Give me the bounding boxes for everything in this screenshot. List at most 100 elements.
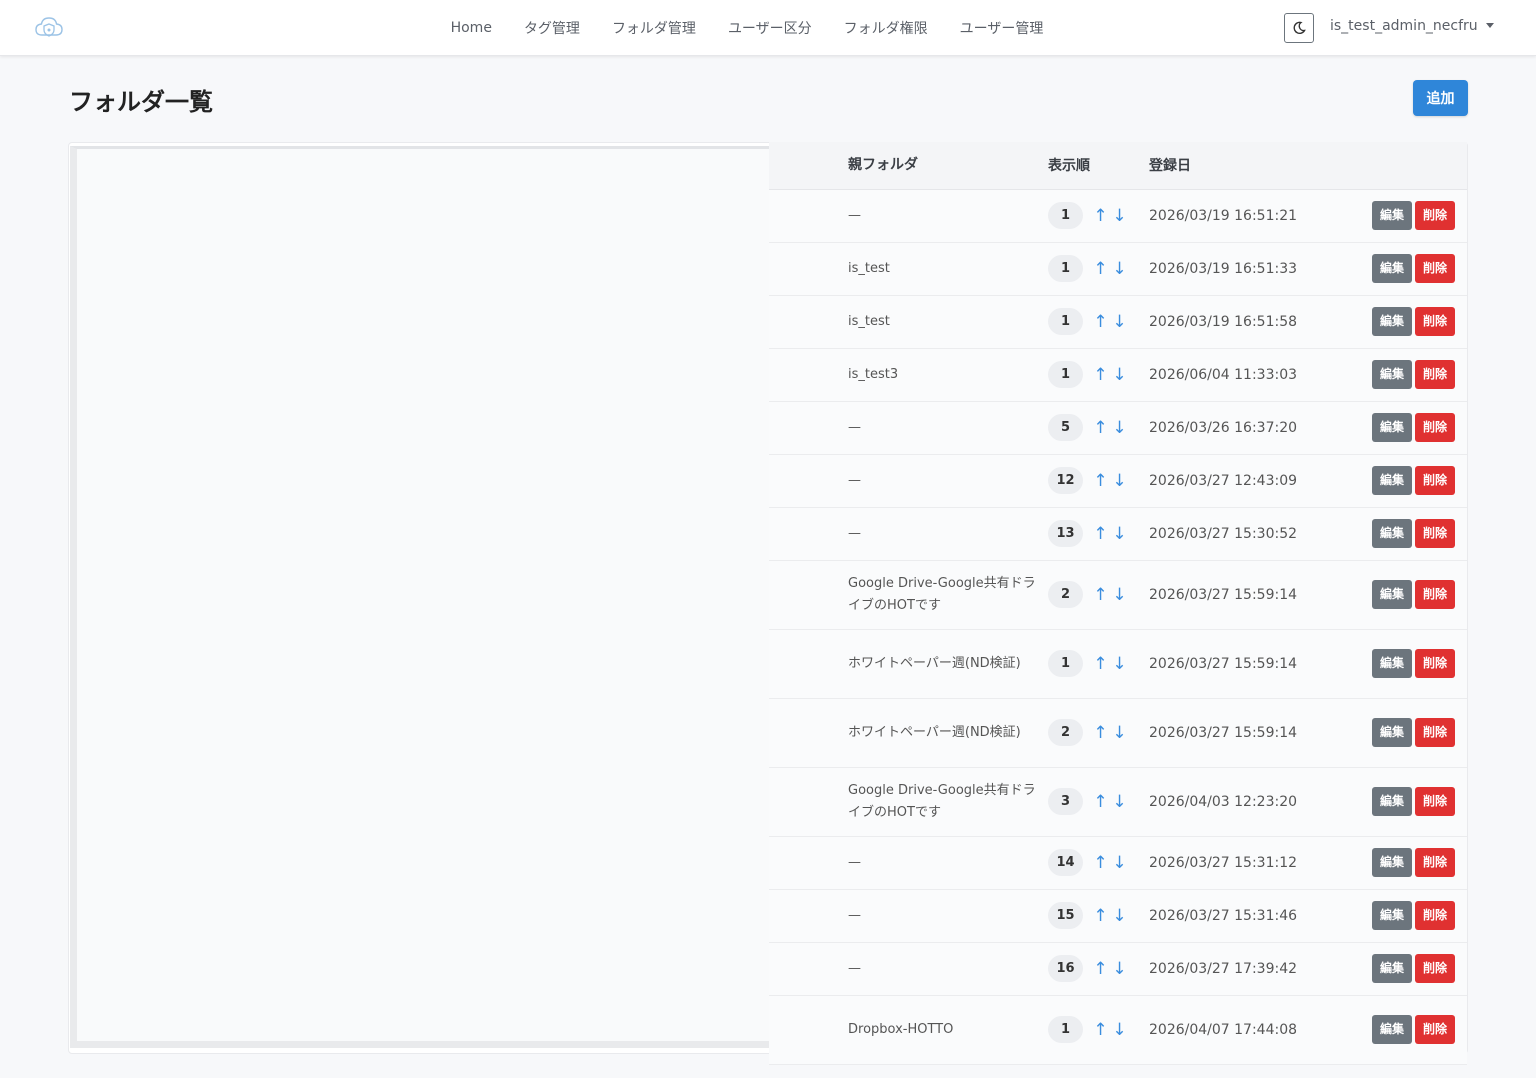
move-up-arrow-icon[interactable]: ↑ <box>1091 524 1110 544</box>
move-down-arrow-icon[interactable]: ↓ <box>1110 723 1129 743</box>
move-up-arrow-icon[interactable]: ↑ <box>1091 792 1110 812</box>
table-row: is_test3 1 ↑ ↓ 2026/06/04 11:33:03 編集 削除 <box>769 348 1467 402</box>
delete-button[interactable]: 削除 <box>1414 519 1455 548</box>
delete-button[interactable]: 削除 <box>1414 201 1455 230</box>
parent-folder-cell: is_test3 <box>848 348 1048 402</box>
move-up-arrow-icon[interactable]: ↑ <box>1091 853 1110 873</box>
delete-button[interactable]: 削除 <box>1414 307 1455 336</box>
edit-button[interactable]: 編集 <box>1371 466 1412 495</box>
move-down-arrow-icon[interactable]: ↓ <box>1110 959 1129 979</box>
move-up-arrow-icon[interactable]: ↑ <box>1091 959 1110 979</box>
edit-button[interactable]: 編集 <box>1371 901 1412 930</box>
delete-button[interactable]: 削除 <box>1414 254 1455 283</box>
move-down-arrow-icon[interactable]: ↓ <box>1110 418 1129 438</box>
table-row: — 15 ↑ ↓ 2026/03/27 15:31:46 編集 削除 <box>769 889 1467 943</box>
edit-button[interactable]: 編集 <box>1371 848 1412 877</box>
registered-date-cell: 2026/03/27 15:31:46 <box>1149 889 1309 943</box>
registered-date-cell: 2026/03/27 17:39:42 <box>1149 942 1309 996</box>
actions-cell: 編集 削除 <box>1309 995 1467 1065</box>
nav-home[interactable]: Home <box>451 20 492 36</box>
move-down-arrow-icon[interactable]: ↓ <box>1110 906 1129 926</box>
delete-button[interactable]: 削除 <box>1414 413 1455 442</box>
edit-button[interactable]: 編集 <box>1371 718 1412 747</box>
edit-button[interactable]: 編集 <box>1371 1015 1412 1044</box>
parent-folder-cell: is_test <box>848 295 1048 349</box>
display-order-cell: 15 ↑ ↓ <box>1048 889 1149 943</box>
move-down-arrow-icon[interactable]: ↓ <box>1110 365 1129 385</box>
edit-button[interactable]: 編集 <box>1371 360 1412 389</box>
edit-button[interactable]: 編集 <box>1371 201 1412 230</box>
move-up-arrow-icon[interactable]: ↑ <box>1091 585 1110 605</box>
move-down-arrow-icon[interactable]: ↓ <box>1110 259 1129 279</box>
display-order-cell: 1 ↑ ↓ <box>1048 295 1149 349</box>
row-spacer <box>769 295 848 349</box>
actions-cell: 編集 削除 <box>1309 836 1467 890</box>
actions-cell: 編集 削除 <box>1309 889 1467 943</box>
move-down-arrow-icon[interactable]: ↓ <box>1110 524 1129 544</box>
move-up-arrow-icon[interactable]: ↑ <box>1091 906 1110 926</box>
user-menu-dropdown[interactable]: is_test_admin_necfru <box>1330 18 1494 34</box>
delete-button[interactable]: 削除 <box>1414 718 1455 747</box>
edit-button[interactable]: 編集 <box>1371 254 1412 283</box>
move-down-arrow-icon[interactable]: ↓ <box>1110 206 1129 226</box>
delete-button[interactable]: 削除 <box>1414 580 1455 609</box>
table-row: is_test 1 ↑ ↓ 2026/03/19 16:51:58 編集 削除 <box>769 295 1467 349</box>
folder-tree-panel <box>70 146 770 1048</box>
edit-button[interactable]: 編集 <box>1371 649 1412 678</box>
move-down-arrow-icon[interactable]: ↓ <box>1110 312 1129 332</box>
move-down-arrow-icon[interactable]: ↓ <box>1110 471 1129 491</box>
move-up-arrow-icon[interactable]: ↑ <box>1091 471 1110 491</box>
move-down-arrow-icon[interactable]: ↓ <box>1110 853 1129 873</box>
edit-button[interactable]: 編集 <box>1371 519 1412 548</box>
display-order-cell: 13 ↑ ↓ <box>1048 507 1149 561</box>
table-header-row: 親フォルダ 表示順 登録日 <box>769 142 1467 190</box>
move-up-arrow-icon[interactable]: ↑ <box>1091 1020 1110 1040</box>
nav-user-category[interactable]: ユーザー区分 <box>728 18 812 38</box>
table-row: Google Drive-Google共有ドライブのHOTです 3 ↑ ↓ 20… <box>769 767 1467 837</box>
delete-button[interactable]: 削除 <box>1414 360 1455 389</box>
row-spacer <box>769 767 848 837</box>
delete-button[interactable]: 削除 <box>1414 954 1455 983</box>
move-down-arrow-icon[interactable]: ↓ <box>1110 792 1129 812</box>
move-down-arrow-icon[interactable]: ↓ <box>1110 1020 1129 1040</box>
move-down-arrow-icon[interactable]: ↓ <box>1110 654 1129 674</box>
move-up-arrow-icon[interactable]: ↑ <box>1091 312 1110 332</box>
display-order-cell: 2 ↑ ↓ <box>1048 560 1149 630</box>
delete-button[interactable]: 削除 <box>1414 1015 1455 1044</box>
display-order-cell: 12 ↑ ↓ <box>1048 454 1149 508</box>
row-spacer <box>769 560 848 630</box>
order-badge: 5 <box>1048 414 1083 441</box>
move-up-arrow-icon[interactable]: ↑ <box>1091 723 1110 743</box>
edit-button[interactable]: 編集 <box>1371 580 1412 609</box>
delete-button[interactable]: 削除 <box>1414 787 1455 816</box>
delete-button[interactable]: 削除 <box>1414 466 1455 495</box>
edit-button[interactable]: 編集 <box>1371 413 1412 442</box>
move-up-arrow-icon[interactable]: ↑ <box>1091 418 1110 438</box>
order-badge: 15 <box>1048 902 1083 929</box>
delete-button[interactable]: 削除 <box>1414 901 1455 930</box>
edit-button[interactable]: 編集 <box>1371 787 1412 816</box>
row-spacer <box>769 698 848 768</box>
move-up-arrow-icon[interactable]: ↑ <box>1091 259 1110 279</box>
nav-folder-permission[interactable]: フォルダ権限 <box>844 18 928 38</box>
edit-button[interactable]: 編集 <box>1371 954 1412 983</box>
order-controls: 15 ↑ ↓ <box>1048 902 1149 929</box>
order-badge: 1 <box>1048 650 1083 677</box>
delete-button[interactable]: 削除 <box>1414 649 1455 678</box>
nav-folder-management[interactable]: フォルダ管理 <box>612 18 696 38</box>
add-button[interactable]: 追加 <box>1413 80 1468 116</box>
caret-down-icon <box>1485 22 1494 28</box>
nav-user-management[interactable]: ユーザー管理 <box>960 18 1044 38</box>
move-up-arrow-icon[interactable]: ↑ <box>1091 206 1110 226</box>
nav-tag-management[interactable]: タグ管理 <box>524 18 580 38</box>
edit-button[interactable]: 編集 <box>1371 307 1412 336</box>
order-badge: 12 <box>1048 467 1083 494</box>
registered-date-cell: 2026/03/27 15:59:14 <box>1149 698 1309 768</box>
order-badge: 2 <box>1048 719 1083 746</box>
move-up-arrow-icon[interactable]: ↑ <box>1091 365 1110 385</box>
order-controls: 2 ↑ ↓ <box>1048 719 1149 746</box>
move-up-arrow-icon[interactable]: ↑ <box>1091 654 1110 674</box>
delete-button[interactable]: 削除 <box>1414 848 1455 877</box>
move-down-arrow-icon[interactable]: ↓ <box>1110 585 1129 605</box>
theme-toggle-button[interactable] <box>1284 13 1314 43</box>
